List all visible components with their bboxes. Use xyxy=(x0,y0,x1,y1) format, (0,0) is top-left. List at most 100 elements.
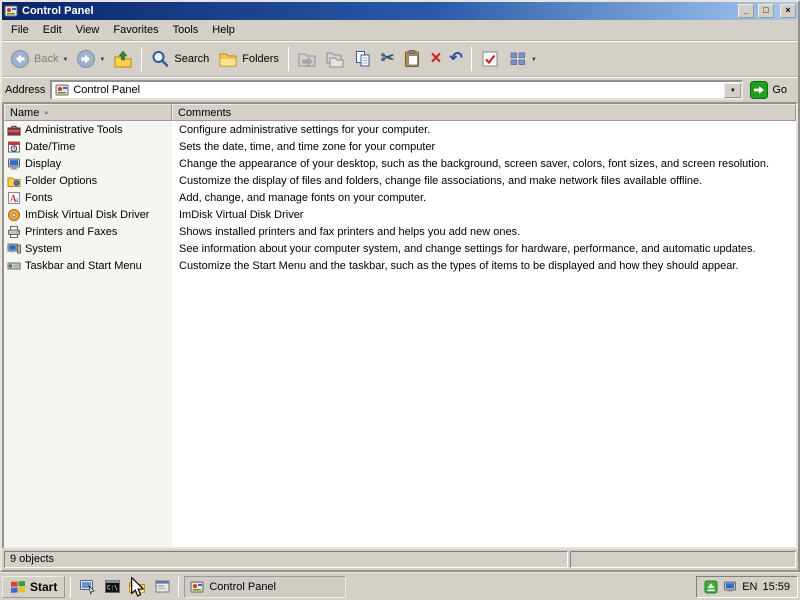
delete-icon: × xyxy=(430,50,441,68)
views-grid-icon xyxy=(508,49,528,69)
window-title: Control Panel xyxy=(22,5,94,17)
task-button-control-panel[interactable]: Control Panel xyxy=(184,576,346,598)
control-panel-icon xyxy=(190,580,204,594)
chevron-down-icon: ▼ xyxy=(730,88,736,94)
address-dropdown-button[interactable]: ▼ xyxy=(724,83,741,98)
item-name: Taskbar and Start Menu xyxy=(25,260,142,272)
list-item[interactable]: Administrative Tools Configure administr… xyxy=(4,121,796,138)
list-item[interactable]: System See information about your comput… xyxy=(4,240,796,257)
status-objects: 9 objects xyxy=(4,551,568,568)
back-icon xyxy=(10,49,30,69)
list-item[interactable]: ImDisk Virtual Disk Driver ImDisk Virtua… xyxy=(4,206,796,223)
start-button[interactable]: Start xyxy=(2,576,65,598)
list-area[interactable]: Administrative Tools Configure administr… xyxy=(4,121,796,547)
item-comment: ImDisk Virtual Disk Driver xyxy=(172,209,796,221)
address-bar: Address Control Panel ▼ Go xyxy=(2,77,798,102)
item-name: ImDisk Virtual Disk Driver xyxy=(25,209,149,221)
list-item[interactable]: Taskbar and Start Menu Customize the Sta… xyxy=(4,257,796,274)
undo-button[interactable]: ↶ xyxy=(445,47,466,71)
delete-button[interactable]: × xyxy=(426,47,445,71)
status-bar: 9 objects xyxy=(2,549,798,570)
copy-icon xyxy=(353,49,373,69)
column-header-name[interactable]: Name ▲ xyxy=(4,104,172,121)
imdisk-icon xyxy=(7,208,21,222)
paste-button[interactable] xyxy=(398,46,426,72)
toolbar-separator xyxy=(288,47,289,71)
cut-button[interactable]: ✂ xyxy=(377,47,398,71)
quick-launch-command-prompt-button[interactable]: C:\ xyxy=(101,576,123,598)
menu-view[interactable]: View xyxy=(69,21,107,39)
list-item[interactable]: Aa Fonts Add, change, and manage fonts o… xyxy=(4,189,796,206)
copy-to-icon xyxy=(325,49,345,69)
tray-eject-icon[interactable] xyxy=(704,580,718,594)
list-item[interactable]: Printers and Faxes Shows installed print… xyxy=(4,223,796,240)
control-panel-window: Control Panel _ □ × File Edit View Favor… xyxy=(0,0,800,572)
close-icon: × xyxy=(785,5,790,15)
quick-launch-folder-button[interactable] xyxy=(126,576,148,598)
item-name: Printers and Faxes xyxy=(25,226,117,238)
item-comment: Customize the display of files and folde… xyxy=(172,175,796,187)
quick-launch-show-desktop-button[interactable] xyxy=(76,576,98,598)
menu-help[interactable]: Help xyxy=(205,21,242,39)
move-to-button[interactable] xyxy=(293,46,321,72)
menu-favorites[interactable]: Favorites xyxy=(106,21,165,39)
tool-bar: Back ▼ ▼ Search Folders ✂ xyxy=(2,41,798,77)
file-list-view: Name ▲ Comments Administrative Tools Con… xyxy=(2,102,798,549)
date-time-icon xyxy=(7,140,21,154)
svg-text:C:\: C:\ xyxy=(107,585,118,592)
list-item[interactable]: Folder Options Customize the display of … xyxy=(4,172,796,189)
minimize-button[interactable]: _ xyxy=(738,4,754,18)
quick-launch-app-button[interactable] xyxy=(151,576,173,598)
list-item[interactable]: Display Change the appearance of your de… xyxy=(4,155,796,172)
task-button-label: Control Panel xyxy=(209,581,276,593)
address-label: Address xyxy=(5,84,45,96)
toolbar-separator xyxy=(471,47,472,71)
copy-button[interactable] xyxy=(349,46,377,72)
item-name: Administrative Tools xyxy=(25,124,123,136)
item-comment: Customize the Start Menu and the taskbar… xyxy=(172,260,796,272)
back-button[interactable]: Back ▼ xyxy=(6,46,72,72)
list-item[interactable]: Date/Time Sets the date, time, and time … xyxy=(4,138,796,155)
language-indicator[interactable]: EN xyxy=(742,581,757,593)
menu-edit[interactable]: Edit xyxy=(36,21,69,39)
close-button[interactable]: × xyxy=(780,4,796,18)
folders-button[interactable]: Folders xyxy=(214,46,284,72)
go-button[interactable]: Go xyxy=(748,81,795,99)
column-headers: Name ▲ Comments xyxy=(4,104,796,121)
system-tray: EN 15:59 xyxy=(696,576,798,598)
item-comment: See information about your computer syst… xyxy=(172,243,796,255)
forward-button[interactable]: ▼ xyxy=(72,46,109,72)
clock[interactable]: 15:59 xyxy=(762,581,790,593)
forward-icon xyxy=(76,49,96,69)
comments-header-label: Comments xyxy=(178,107,231,119)
menu-file[interactable]: File xyxy=(4,21,36,39)
item-comment: Sets the date, time, and time zone for y… xyxy=(172,141,796,153)
up-button[interactable] xyxy=(109,46,137,72)
tray-display-icon[interactable] xyxy=(723,580,737,594)
copy-to-button[interactable] xyxy=(321,46,349,72)
address-input[interactable]: Control Panel ▼ xyxy=(50,80,743,100)
maximize-icon: □ xyxy=(763,5,768,15)
title-bar[interactable]: Control Panel _ □ × xyxy=(2,2,798,20)
maximize-button[interactable]: □ xyxy=(758,4,774,18)
search-icon xyxy=(150,49,170,69)
folder-options-icon xyxy=(7,174,21,188)
go-arrow-icon xyxy=(750,81,768,99)
search-label: Search xyxy=(173,53,210,65)
name-header-label: Name xyxy=(10,107,39,119)
check-properties-button[interactable] xyxy=(476,46,504,72)
search-button[interactable]: Search xyxy=(146,46,214,72)
app-window-icon xyxy=(154,578,171,595)
folder-icon xyxy=(128,579,146,595)
cut-icon: ✂ xyxy=(381,50,394,68)
item-comment: Shows installed printers and fax printer… xyxy=(172,226,796,238)
taskbar-separator xyxy=(70,577,71,597)
minimize-icon: _ xyxy=(743,5,748,15)
back-dropdown-icon: ▼ xyxy=(62,55,68,63)
taskbar-separator xyxy=(178,577,179,597)
menu-tools[interactable]: Tools xyxy=(166,21,206,39)
move-to-icon xyxy=(297,49,317,69)
column-header-comments[interactable]: Comments xyxy=(172,104,796,121)
item-name: Date/Time xyxy=(25,141,75,153)
views-button[interactable]: ▼ xyxy=(504,46,541,72)
